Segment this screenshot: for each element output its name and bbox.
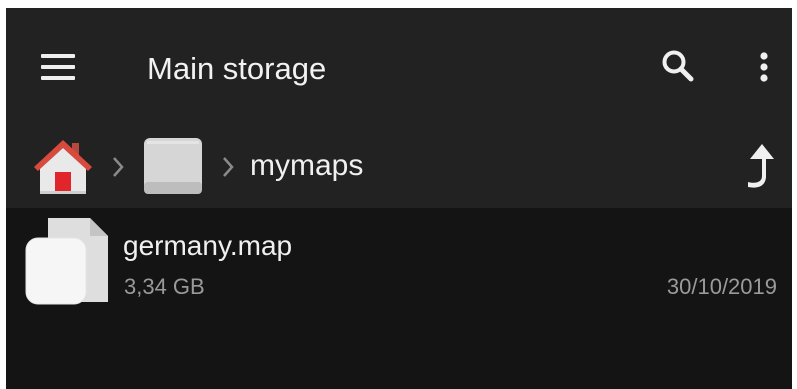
file-manager-screen: Main storage mymaps germany.map 3,34 GB …	[6, 8, 792, 389]
chevron-right-icon	[113, 157, 124, 177]
chevron-right-icon	[223, 157, 234, 177]
menu-icon-line	[41, 65, 75, 69]
search-button[interactable]	[658, 46, 698, 86]
page-title: Main storage	[147, 51, 327, 86]
up-arrow-icon	[748, 144, 774, 188]
app-bar: Main storage	[6, 8, 792, 126]
navigate-up-button[interactable]	[738, 140, 778, 192]
file-list-item[interactable]: germany.map 3,34 GB 30/10/2019	[6, 208, 792, 308]
more-options-button[interactable]	[744, 46, 780, 86]
menu-icon-line	[41, 54, 75, 58]
breadcrumb-folder[interactable]: mymaps	[250, 146, 363, 186]
file-size: 3,34 GB	[124, 274, 205, 299]
breadcrumb-storage-drive[interactable]	[141, 136, 205, 196]
search-icon	[662, 50, 694, 82]
menu-button[interactable]	[36, 48, 80, 88]
menu-icon-line	[41, 76, 75, 80]
file-icon	[25, 218, 108, 305]
more-vert-icon	[760, 52, 768, 82]
breadcrumb-home[interactable]	[32, 134, 94, 196]
file-name: germany.map	[123, 230, 293, 261]
home-icon	[34, 140, 92, 194]
storage-drive-icon	[144, 138, 202, 194]
file-date: 30/10/2019	[666, 274, 777, 299]
